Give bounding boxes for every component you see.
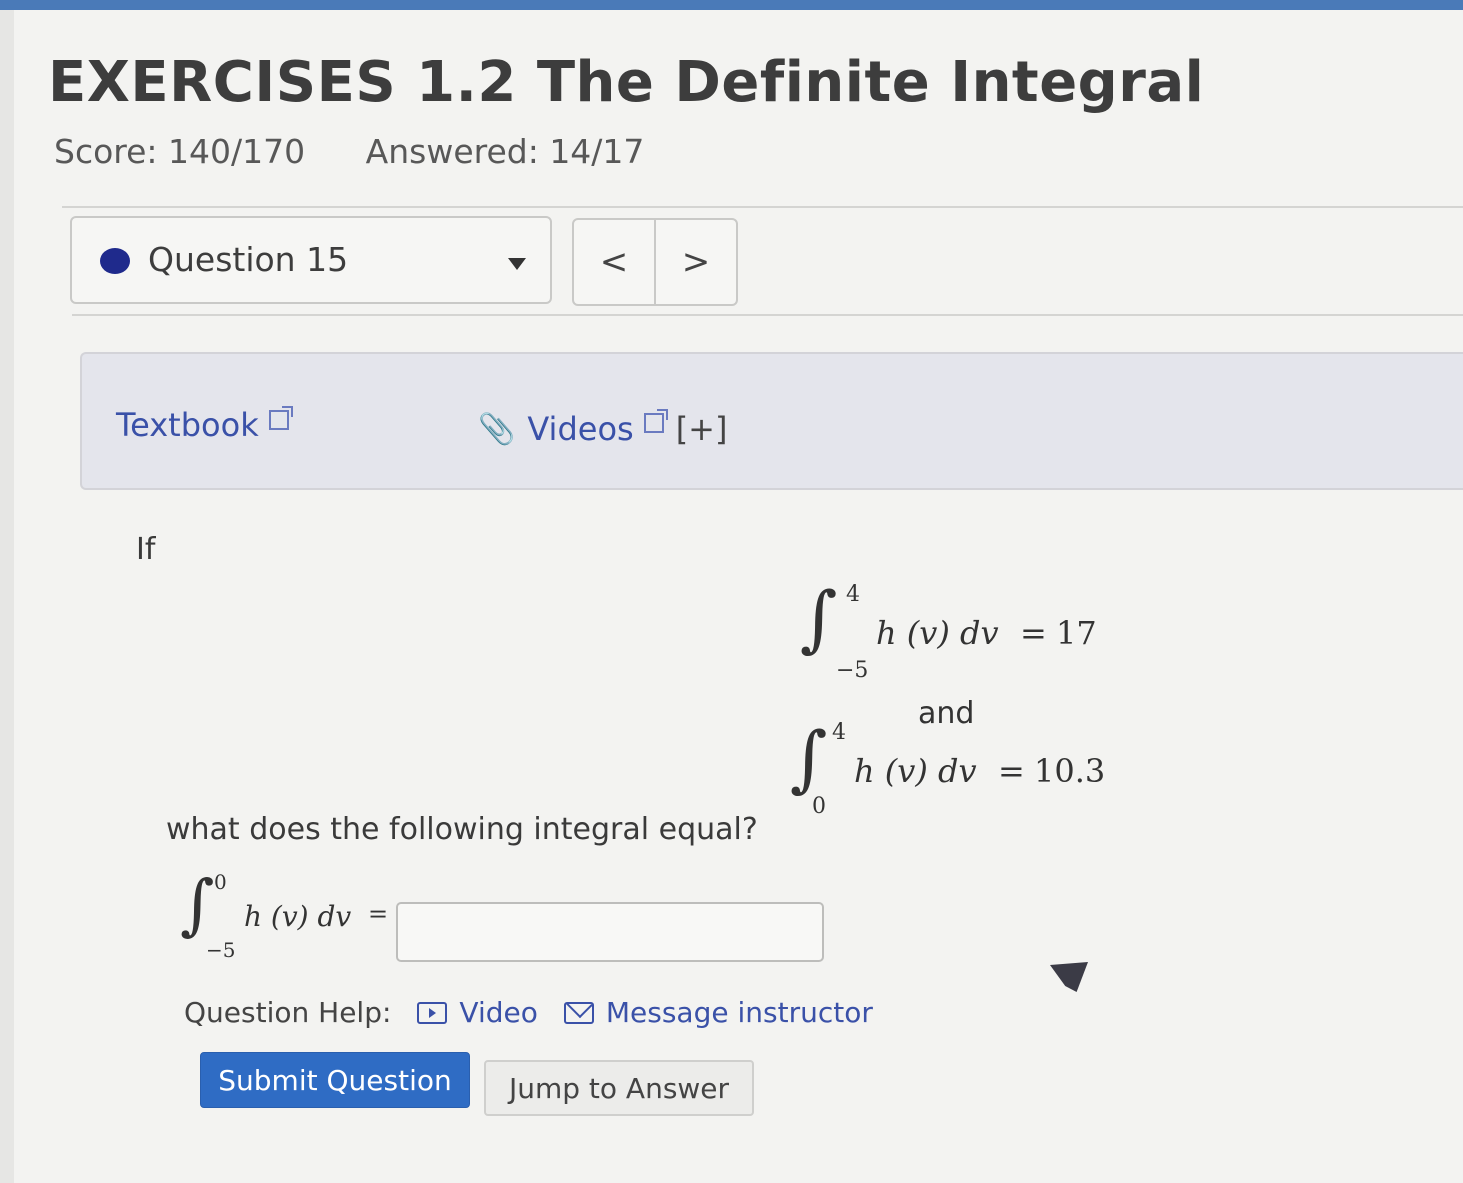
integral-sign: ∫ <box>790 716 828 800</box>
videos-expand-toggle[interactable]: [+] <box>676 410 728 448</box>
integral-lower-limit: −5 <box>836 658 869 683</box>
jump-to-answer-button[interactable]: Jump to Answer <box>484 1060 754 1116</box>
integrand: h (v) dv <box>876 614 999 652</box>
given-value-1: 17 <box>1056 614 1097 652</box>
score-row: Score: 140/170 Answered: 14/17 <box>54 132 644 171</box>
paperclip-icon: 📎 <box>478 411 516 447</box>
integral-sign: ∫ <box>800 576 838 660</box>
answer-input[interactable] <box>396 902 824 962</box>
question-status-dot <box>100 248 130 274</box>
resources-panel: Textbook 📎 Videos [+] <box>80 352 1463 490</box>
textbook-link-label: Textbook <box>116 406 259 444</box>
question-help: Question Help: Video Message instructor <box>184 996 873 1029</box>
given-value-2: 10.3 <box>1034 752 1106 790</box>
integrand: h (v) dv <box>854 752 977 790</box>
message-instructor-label: Message instructor <box>605 996 873 1029</box>
help-video-label: Video <box>459 996 538 1029</box>
integral-upper-limit: 4 <box>832 720 846 745</box>
videos-link-label: Videos <box>527 410 634 448</box>
external-link-icon <box>643 409 668 433</box>
divider-top <box>62 206 1463 208</box>
question-select[interactable]: Question 15 <box>70 216 552 304</box>
integral-lower-limit: 0 <box>812 794 826 819</box>
equals-sign: = <box>368 900 389 928</box>
integral-upper-limit: 4 <box>846 582 860 607</box>
caret-down-icon <box>508 258 526 270</box>
equals-sign: = <box>998 752 1025 790</box>
help-video-link[interactable]: Video <box>417 996 538 1029</box>
textbook-link[interactable]: Textbook <box>116 406 293 444</box>
answered-text: Answered: 14/17 <box>365 132 645 171</box>
external-link-icon <box>268 406 293 430</box>
submit-question-button[interactable]: Submit Question <box>200 1052 470 1108</box>
next-question-button[interactable]: > <box>654 220 736 304</box>
question-help-label: Question Help: <box>184 996 392 1029</box>
integrand: h (v) dv <box>244 900 352 933</box>
page-title: EXERCISES 1.2 The Definite Integral <box>48 50 1205 115</box>
problem-intro: If <box>136 532 156 567</box>
question-prompt: what does the following integral equal? <box>166 812 758 847</box>
integral-lower-limit: −5 <box>206 938 236 962</box>
mouse-cursor-icon <box>1050 962 1088 992</box>
envelope-icon <box>563 1001 594 1024</box>
question-select-label: Question 15 <box>148 240 349 279</box>
equals-sign: = <box>1020 614 1047 652</box>
question-nav-group: < > <box>572 218 738 306</box>
connector-text: and <box>918 696 975 731</box>
divider-bottom <box>72 314 1463 316</box>
previous-question-button[interactable]: < <box>574 220 654 304</box>
message-instructor-link[interactable]: Message instructor <box>563 996 873 1029</box>
video-icon <box>417 1001 448 1024</box>
videos-link[interactable]: 📎 Videos [+] <box>478 409 728 448</box>
assignment-page: EXERCISES 1.2 The Definite Integral Scor… <box>14 10 1463 1183</box>
top-bar <box>0 0 1463 10</box>
score-text: Score: 140/170 <box>54 132 306 171</box>
integral-sign: ∫ <box>180 866 215 943</box>
integral-upper-limit: 0 <box>214 870 227 894</box>
